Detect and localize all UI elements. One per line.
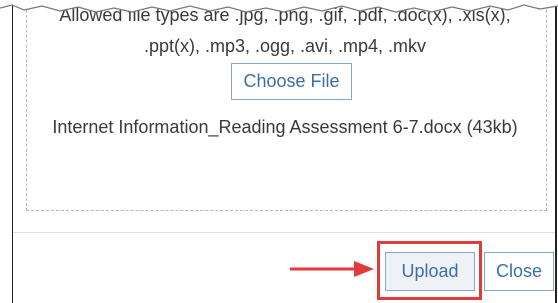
selected-file-name: Internet Information_Reading Assessment … (52, 117, 518, 137)
close-button[interactable]: Close (484, 252, 554, 291)
dialog-left-border (12, 0, 13, 303)
upload-button[interactable]: Upload (385, 252, 475, 291)
dialog-right-border (555, 0, 557, 303)
annotation-arrow-icon (290, 261, 374, 277)
file-drop-zone[interactable] (26, 0, 547, 211)
torn-edge-decoration (0, 0, 558, 13)
allowed-file-types-text-continued: .ppt(x), .mp3, .ogg, .avi, .mp4, .mkv (143, 36, 427, 56)
footer-divider (13, 232, 555, 233)
choose-file-button[interactable]: Choose File (231, 63, 352, 100)
